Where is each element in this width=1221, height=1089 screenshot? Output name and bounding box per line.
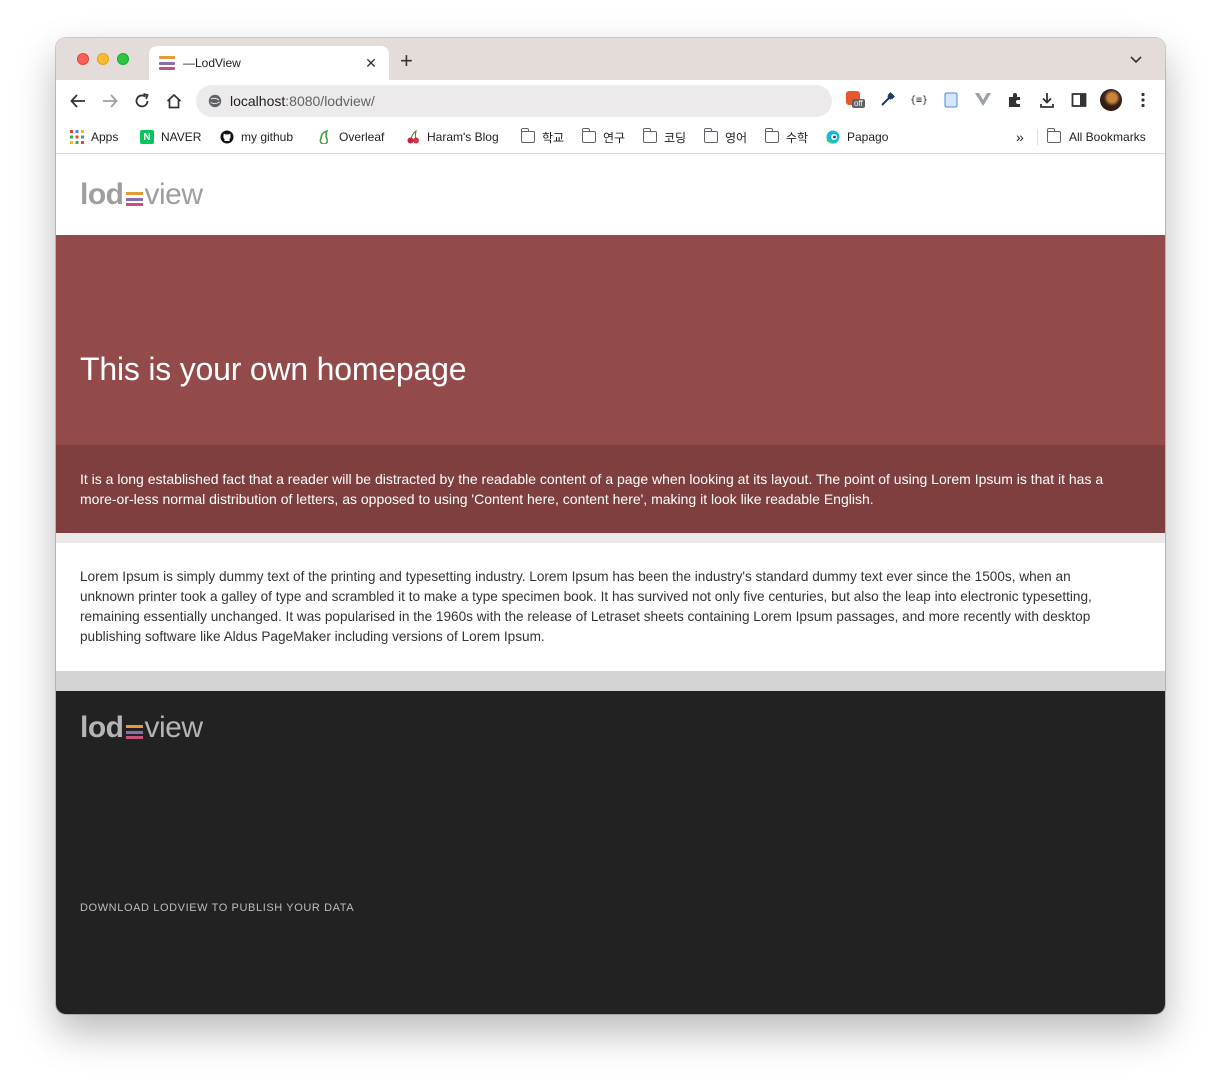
side-panel-icon[interactable] [1070, 91, 1088, 109]
lodview-favicon-icon [159, 56, 175, 70]
bookmark-folder-math[interactable]: 수학 [765, 128, 809, 145]
profile-avatar-icon[interactable] [1099, 88, 1123, 112]
bookmark-folder-research[interactable]: 연구 [582, 128, 626, 145]
bookmark-all-bookmarks[interactable]: All Bookmarks [1047, 128, 1146, 145]
extension-off-badge: off [852, 99, 865, 108]
logo-bars-icon [125, 725, 143, 739]
logo-bars-icon [125, 192, 143, 206]
bookmark-label: NAVER [161, 130, 202, 144]
chevron-down-icon[interactable] [1129, 52, 1143, 66]
page-viewport: lod view This is your own homepage It is… [56, 155, 1165, 1014]
bookmark-label: Apps [91, 130, 119, 144]
folder-icon [521, 128, 535, 144]
bookmark-label: 학교 [542, 130, 565, 145]
github-icon [220, 130, 234, 144]
bookmark-label: 연구 [603, 130, 626, 145]
bookmark-folder-school[interactable]: 학교 [521, 128, 565, 145]
browser-toolbar: localhost :8080/lodview/ off {≡} [56, 80, 1165, 120]
home-icon[interactable] [163, 90, 185, 112]
logo-lod-text: lod [80, 711, 124, 744]
address-path: :8080/lodview/ [285, 93, 375, 109]
folder-icon [1047, 128, 1061, 144]
folder-icon [704, 128, 718, 144]
site-info-icon[interactable] [208, 94, 222, 108]
extension-off-icon[interactable]: off [846, 91, 865, 109]
logo-view-text: view [144, 711, 204, 744]
bookmark-folder-coding[interactable]: 코딩 [643, 128, 687, 145]
bookmark-label: Overleaf [339, 130, 385, 144]
browser-window: —LodView ✕ + localhost :8080/lodview/ of… [56, 38, 1165, 1014]
bookmark-label: 영어 [725, 130, 748, 145]
bookmark-label: my github [241, 130, 294, 144]
download-icon[interactable] [1038, 91, 1056, 109]
folder-icon [582, 128, 596, 144]
logo-lod-text: lod [80, 178, 124, 211]
bookmark-naver[interactable]: N NAVER [140, 129, 201, 145]
naver-icon: N [140, 130, 154, 144]
bookmark-papago[interactable]: Papago [826, 129, 888, 145]
header-logo[interactable]: lod view [80, 180, 203, 210]
main-content: Lorem Ipsum is simply dummy text of the … [56, 543, 1165, 671]
hero-section: This is your own homepage [56, 235, 1165, 445]
tab-close-icon[interactable]: ✕ [363, 55, 379, 72]
folder-icon [765, 128, 779, 144]
bookmarks-overflow-button[interactable]: » [1016, 129, 1024, 145]
bookmark-label: Haram's Blog [427, 130, 499, 144]
cherry-icon [406, 130, 420, 144]
tab-strip: —LodView ✕ + [56, 38, 1165, 80]
json-formatter-icon[interactable]: {≡} [910, 91, 928, 109]
bookmark-folder-english[interactable]: 영어 [704, 128, 748, 145]
footer: lod view DOWNLOAD LODVIEW TO PUBLISH YOU… [56, 691, 1165, 1014]
document-icon[interactable] [942, 91, 960, 109]
bookmarks-divider [1037, 129, 1038, 145]
tab-title: —LodView [183, 56, 241, 70]
close-window-button[interactable] [77, 53, 89, 65]
vue-devtools-icon[interactable] [974, 91, 992, 109]
minimize-window-button[interactable] [97, 53, 109, 65]
bookmarks-bar: Apps N NAVER my github Overleaf Haram's … [56, 120, 1165, 154]
bookmark-label: Papago [847, 130, 889, 144]
address-host: localhost [230, 93, 286, 109]
menu-kebab-icon[interactable] [1134, 91, 1152, 109]
papago-icon [826, 130, 840, 144]
new-tab-button[interactable]: + [400, 49, 413, 73]
bookmark-label: 코딩 [664, 130, 687, 145]
logo-view-text: view [144, 178, 204, 211]
hero-description: It is a long established fact that a rea… [80, 471, 1104, 507]
page-title: This is your own homepage [80, 351, 467, 387]
bookmark-harams-blog[interactable]: Haram's Blog [406, 129, 499, 145]
browser-tab-lodview[interactable]: —LodView ✕ [149, 46, 389, 80]
bookmark-apps[interactable]: Apps [70, 129, 118, 145]
download-lodview-link[interactable]: DOWNLOAD LODVIEW TO PUBLISH YOUR DATA [80, 902, 354, 914]
forward-arrow-icon[interactable] [99, 90, 121, 112]
folder-icon [643, 128, 657, 144]
zoom-window-button[interactable] [117, 53, 129, 65]
section-divider [56, 533, 1165, 543]
footer-logo[interactable]: lod view [80, 713, 203, 743]
bookmark-my-github[interactable]: my github [220, 129, 293, 145]
body-text: Lorem Ipsum is simply dummy text of the … [80, 569, 1092, 644]
hero-description-band: It is a long established fact that a rea… [56, 445, 1165, 533]
back-arrow-icon[interactable] [67, 90, 89, 112]
bookmark-label: All Bookmarks [1069, 130, 1146, 144]
eyedropper-icon[interactable] [878, 91, 896, 109]
bookmark-overleaf[interactable]: Overleaf [318, 129, 384, 145]
bookmark-label: 수학 [786, 130, 809, 145]
apps-grid-icon [70, 130, 84, 144]
footer-divider [56, 671, 1165, 691]
reload-icon[interactable] [131, 90, 153, 112]
address-bar[interactable]: localhost :8080/lodview/ [196, 85, 832, 117]
overleaf-icon [318, 130, 332, 144]
extensions-puzzle-icon[interactable] [1006, 91, 1024, 109]
